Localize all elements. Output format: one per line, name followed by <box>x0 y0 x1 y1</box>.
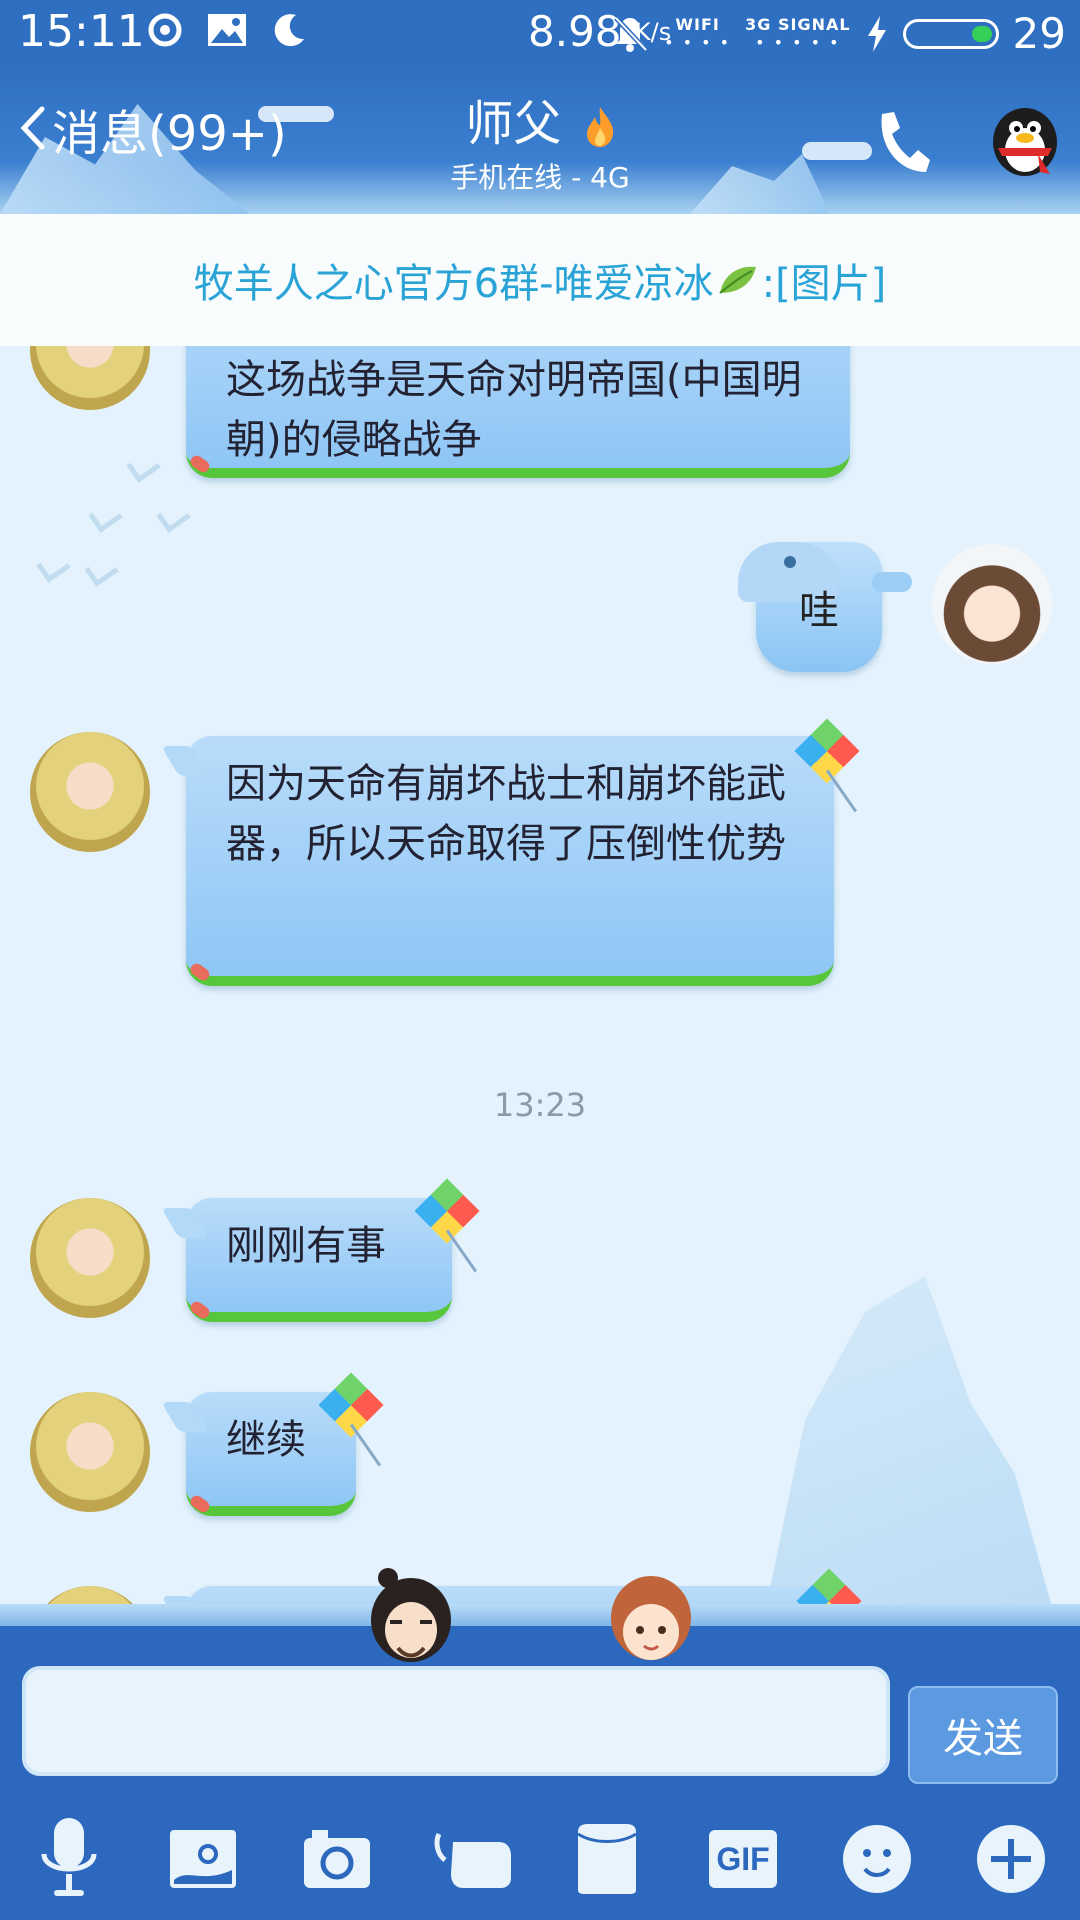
emoji-icon <box>843 1825 911 1893</box>
signal-indicator: 3G SIGNAL • • • • • <box>745 14 851 52</box>
charging-icon <box>865 14 889 54</box>
signal-label: 3G SIGNAL <box>745 14 851 34</box>
timestamp: 13:23 <box>493 1086 587 1124</box>
phone-call-button[interactable] <box>872 108 932 178</box>
plus-icon <box>977 1825 1045 1893</box>
message-bubble[interactable]: 因为天命有崩坏战士和崩坏能武器，所以天命取得了压倒性优势 <box>186 736 834 986</box>
status-bar: 15:11 8.98 K/s WIFI • • • • 3G SIGNAL • … <box>0 0 1080 64</box>
hongbao-icon <box>434 1832 511 1888</box>
iceberg-background <box>760 1276 1060 1604</box>
netease-icon <box>145 10 185 50</box>
flame-icon <box>586 107 613 147</box>
avatar[interactable] <box>30 732 150 852</box>
battery-level: 29 <box>1012 9 1066 58</box>
bird-decoration <box>36 550 71 583</box>
wifi-label: WIFI <box>675 14 720 34</box>
status-left-icons <box>145 10 309 50</box>
camera-button[interactable] <box>294 1816 380 1902</box>
status-time: 15:11 <box>18 6 145 57</box>
avatar[interactable] <box>30 1198 150 1318</box>
message-text: 刚刚有事 <box>226 1223 386 1269</box>
ice-edge-decoration <box>0 1604 1080 1626</box>
emoji-button[interactable] <box>834 1816 920 1902</box>
bird-decoration <box>126 450 161 483</box>
message-bubble-self[interactable]: 哇 <box>738 542 912 672</box>
voice-icon <box>41 1818 97 1896</box>
hongbao-button[interactable] <box>430 1816 516 1902</box>
camera-icon <box>304 1830 370 1888</box>
input-toolbar: GIF <box>0 1816 1080 1906</box>
notice-suffix: :[图片] <box>761 261 887 307</box>
moon-icon <box>269 10 309 50</box>
chat-header: 消息(99+) 师父 手机在线 - 4G <box>0 64 1080 214</box>
message-bubble[interactable]: 这场战争是天命对明帝国(中国明朝)的侵略战争 <box>186 346 850 478</box>
message-input[interactable] <box>22 1666 890 1776</box>
net-speed-value: 8.98 <box>528 7 622 56</box>
character-peek-decoration <box>611 1576 691 1660</box>
gif-icon: GIF <box>709 1830 777 1888</box>
image-icon <box>207 10 247 50</box>
message-text: 这场战争是天命对明帝国(中国明朝)的侵略战争 <box>226 357 802 463</box>
picture-icon <box>170 1830 236 1888</box>
file-icon <box>577 1824 637 1894</box>
avatar-self[interactable] <box>932 544 1052 664</box>
qq-penguin-icon[interactable] <box>988 98 1062 178</box>
phone-icon <box>881 112 930 172</box>
gif-button[interactable]: GIF <box>700 1816 786 1902</box>
notice-text: 牧羊人之心官方6群-唯爱凉冰 <box>193 261 714 307</box>
message-text: 因为天命有崩坏战士和崩坏能武器，所以天命取得了压倒性优势 <box>226 761 786 867</box>
group-notice-bar[interactable]: 牧羊人之心官方6群-唯爱凉冰 :[图片] <box>0 214 1080 347</box>
contact-name: 师父 <box>465 96 562 152</box>
voice-button[interactable] <box>26 1816 112 1902</box>
input-panel: 发送 GIF <box>0 1568 1080 1920</box>
battery-icon <box>902 19 999 49</box>
bird-decoration <box>84 554 119 587</box>
picture-button[interactable] <box>160 1816 246 1902</box>
gif-label: GIF <box>716 1840 770 1877</box>
avatar[interactable] <box>30 346 150 410</box>
leaf-icon <box>718 266 756 294</box>
avatar[interactable] <box>30 1392 150 1512</box>
bird-decoration <box>156 500 191 533</box>
avatar[interactable] <box>30 1586 150 1604</box>
message-text: 哇 <box>799 588 839 634</box>
character-peek-decoration <box>371 1568 451 1662</box>
status-right: WIFI • • • • 3G SIGNAL • • • • • 29 <box>610 8 1066 60</box>
send-button[interactable]: 发送 <box>908 1686 1058 1784</box>
bird-decoration <box>88 500 123 533</box>
more-button[interactable] <box>968 1816 1054 1902</box>
wifi-indicator: WIFI • • • • <box>664 14 732 52</box>
file-button[interactable] <box>564 1816 650 1902</box>
message-text: 继续 <box>226 1417 306 1463</box>
message-bubble[interactable]: 刚刚有事 <box>186 1198 452 1322</box>
chat-list[interactable]: 这场战争是天命对明帝国(中国明朝)的侵略战争 哇 因为天命有崩坏战士和崩坏能武器… <box>0 346 1080 1604</box>
mute-icon <box>610 14 650 54</box>
message-bubble[interactable] <box>186 1586 834 1604</box>
